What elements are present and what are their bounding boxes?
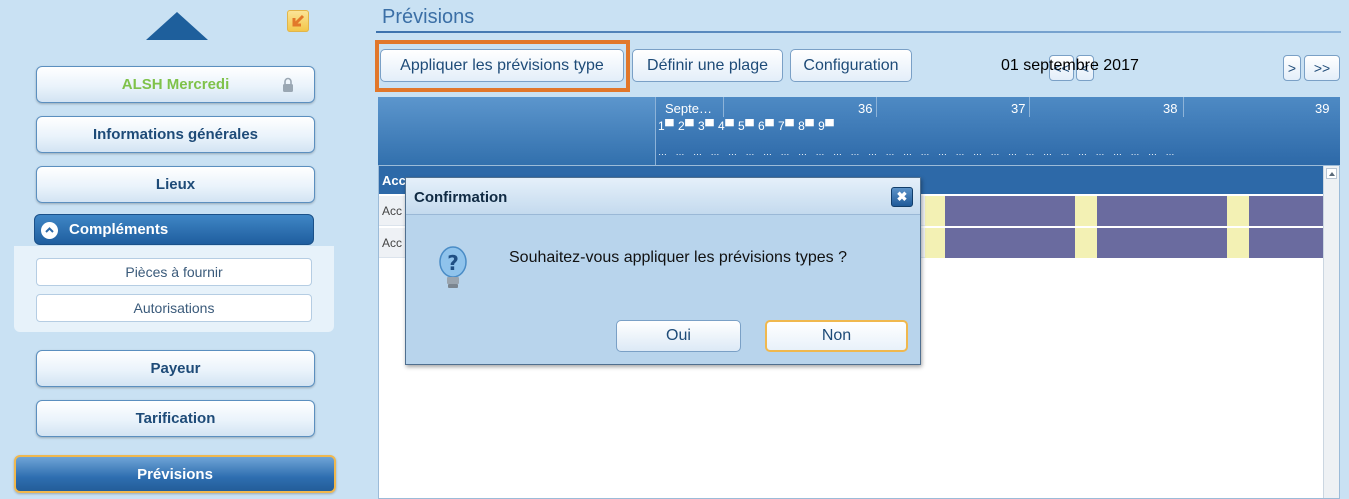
sidebar-item-label: Prévisions [137, 465, 213, 483]
day-cell-yellow[interactable] [1227, 228, 1249, 258]
day-cell-purple[interactable] [1097, 228, 1227, 258]
dialog-message: Souhaitez-vous appliquer les prévisions … [509, 249, 847, 266]
sidebar: ALSH Mercredi Informations générales Lie… [0, 0, 368, 499]
week-separator [876, 97, 877, 117]
day-labels: 1▀ 2▀ 3▀ 4▀ 5▀ 6▀ 7▀ 8▀ 9▀ [658, 119, 835, 133]
sidebar-item-label: Lieux [155, 176, 196, 193]
week-label: 36 [858, 101, 873, 116]
sidebar-subitem-label: Autorisations [133, 300, 215, 316]
sidebar-item-label: ALSH Mercredi [121, 76, 230, 93]
calendar-header-label-column [378, 97, 656, 165]
last-page-button[interactable]: >> [1304, 55, 1340, 81]
day-cell-yellow[interactable] [1075, 196, 1097, 226]
calendar-header: Septe… 36 37 38 39 1▀ 2▀ 3▀ 4▀ 5▀ 6▀ 7▀ … [378, 97, 1340, 165]
grid-row-label: Acc [382, 204, 403, 218]
sidebar-item-previsions[interactable]: Prévisions [14, 455, 336, 493]
day-cell-yellow[interactable] [925, 196, 945, 226]
sidebar-item-label: Informations générales [92, 126, 259, 143]
sidebar-item-tarification[interactable]: Tarification [36, 400, 315, 437]
day-cell-yellow[interactable] [1227, 196, 1249, 226]
sidebar-subitem-pieces[interactable]: Pièces à fournir [36, 258, 312, 286]
configuration-button[interactable]: Configuration [790, 49, 912, 82]
day-dots: … … … … … … … … … … … … … … … … … … … … … [658, 147, 1178, 157]
vertical-scrollbar[interactable] [1323, 166, 1339, 498]
grid-row-label: Acc [382, 236, 403, 250]
title-divider [376, 31, 1341, 33]
dialog-title: Confirmation [414, 189, 508, 206]
lock-icon [283, 77, 293, 92]
week-label: 37 [1011, 101, 1026, 116]
confirmation-dialog: Confirmation ✖ ? Souhaitez-vous applique… [405, 177, 921, 365]
collapse-arrow-icon[interactable] [287, 10, 309, 32]
scroll-up-icon[interactable] [1326, 168, 1337, 179]
day-cell-yellow[interactable] [925, 228, 945, 258]
current-date: 01 septembre 2017 [1001, 57, 1139, 74]
svg-text:?: ? [447, 251, 459, 275]
sidebar-group-body: Pièces à fournir Autorisations [14, 246, 334, 332]
week-separator [1029, 97, 1030, 117]
week-label: 38 [1163, 101, 1178, 116]
week-separator [1183, 97, 1184, 117]
dialog-header: Confirmation ✖ [406, 178, 920, 215]
scroll-up-arrow-icon[interactable] [146, 12, 208, 40]
day-cell-purple[interactable] [1249, 228, 1323, 258]
sidebar-item-label: Payeur [150, 360, 201, 377]
close-icon[interactable]: ✖ [891, 187, 913, 207]
sidebar-item-informations-generales[interactable]: Informations générales [36, 116, 315, 153]
sidebar-subitem-autorisations[interactable]: Autorisations [36, 294, 312, 322]
day-cell-purple[interactable] [1097, 196, 1227, 226]
next-page-button[interactable]: > [1283, 55, 1301, 81]
day-cell-purple[interactable] [945, 228, 1075, 258]
week-label: 39 [1315, 101, 1330, 116]
highlight-frame [375, 40, 630, 92]
sidebar-item-lieux[interactable]: Lieux [36, 166, 315, 203]
day-cell-purple[interactable] [1249, 196, 1323, 226]
sidebar-item-label: Tarification [135, 410, 216, 427]
sidebar-group-complements[interactable]: Compléments [34, 214, 314, 245]
month-label: Septe… [665, 101, 712, 116]
day-cell-yellow[interactable] [1075, 228, 1097, 258]
sidebar-group-label: Compléments [69, 221, 169, 238]
day-cell-purple[interactable] [945, 196, 1075, 226]
chevron-up-icon [41, 222, 58, 239]
question-icon: ? [439, 246, 467, 288]
define-range-button[interactable]: Définir une plage [632, 49, 783, 82]
no-button[interactable]: Non [765, 320, 908, 352]
sidebar-item-payeur[interactable]: Payeur [36, 350, 315, 387]
week-separator [723, 97, 724, 117]
yes-button[interactable]: Oui [616, 320, 741, 352]
page-title: Prévisions [382, 6, 475, 28]
sidebar-subitem-label: Pièces à fournir [125, 264, 223, 280]
sidebar-item-alsh-mercredi[interactable]: ALSH Mercredi [36, 66, 315, 103]
